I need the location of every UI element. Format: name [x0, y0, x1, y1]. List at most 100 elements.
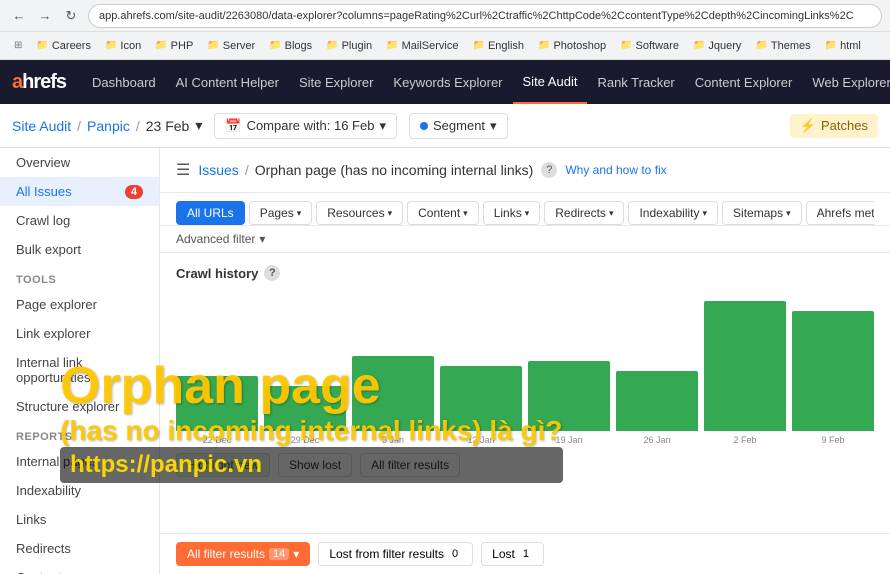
- project-link[interactable]: Panpic: [87, 118, 130, 134]
- sidebar-label: Indexability: [16, 483, 81, 498]
- bookmark-html[interactable]: 📁 html: [819, 38, 867, 54]
- chart-help-icon[interactable]: ?: [264, 265, 280, 281]
- segment-button[interactable]: Segment ▾: [409, 113, 508, 139]
- sidebar-label: Internal pages: [16, 454, 98, 469]
- issues-link[interactable]: Issues: [198, 162, 238, 178]
- bar-col-3: [440, 366, 522, 431]
- lost-label: Lost: [492, 547, 515, 561]
- nav-content-explorer[interactable]: Content Explorer: [685, 60, 803, 104]
- folder-icon: 📁: [326, 40, 338, 51]
- calendar-icon: 📅: [225, 118, 241, 134]
- bookmark-blogs[interactable]: 📁 Blogs: [263, 38, 318, 54]
- content-area: ☰ Issues / Orphan page (has no incoming …: [160, 148, 890, 574]
- url-bar: ← → ↻: [0, 0, 890, 32]
- all-urls-button[interactable]: All URLs: [176, 201, 245, 225]
- resources-button[interactable]: Resources ▾: [316, 201, 403, 225]
- bookmark-themes[interactable]: 📁 Themes: [749, 38, 816, 54]
- main-layout: Overview All Issues 4 Crawl log Bulk exp…: [0, 148, 890, 574]
- bookmark-label: Themes: [771, 40, 811, 52]
- ahrefs-logo[interactable]: ahrefs: [12, 71, 66, 94]
- sidebar-item-link-explorer[interactable]: Link explorer: [0, 319, 159, 348]
- issues-breadcrumb: Issues / Orphan page (has no incoming in…: [198, 162, 533, 178]
- chevron-down-icon: ▾: [379, 118, 386, 134]
- indexability-button[interactable]: Indexability ▾: [628, 201, 718, 225]
- bookmark-jquery[interactable]: 📁 Jquery: [687, 38, 747, 54]
- all-filter-results-btn2[interactable]: All filter results: [360, 453, 460, 477]
- lost-from-filter-button[interactable]: Lost from filter results 0: [318, 542, 473, 566]
- bar-col-4: [528, 361, 610, 431]
- hamburger-icon[interactable]: ☰: [176, 160, 190, 180]
- highlight-new-button[interactable]: Highlight new: [176, 453, 270, 477]
- sitemaps-button[interactable]: Sitemaps ▾: [722, 201, 802, 225]
- breadcrumb-sep1: /: [77, 118, 81, 134]
- browser-nav: ← → ↻: [8, 5, 82, 27]
- bookmark-icon[interactable]: 📁 Icon: [99, 38, 147, 54]
- bookmark-careers[interactable]: 📁 Careers: [30, 38, 97, 54]
- forward-button[interactable]: →: [34, 5, 56, 27]
- bookmark-software[interactable]: 📁 Software: [614, 38, 685, 54]
- sidebar-item-crawl-log[interactable]: Crawl log: [0, 206, 159, 235]
- pages-button[interactable]: Pages ▾: [249, 201, 313, 225]
- chevron-down-icon: ▾: [293, 547, 299, 561]
- content-button[interactable]: Content ▾: [407, 201, 479, 225]
- sidebar-item-page-explorer[interactable]: Page explorer: [0, 290, 159, 319]
- sidebar-item-redirects[interactable]: Redirects: [0, 534, 159, 563]
- bookmark-label: Careers: [52, 40, 91, 52]
- nav-keywords-explorer[interactable]: Keywords Explorer: [383, 60, 512, 104]
- lightning-icon: ⚡: [800, 118, 816, 134]
- chevron-down-icon: ▾: [703, 208, 708, 219]
- links-button[interactable]: Links ▾: [483, 201, 541, 225]
- ahrefs-metrics-button[interactable]: Ahrefs metrics ▾: [806, 201, 874, 225]
- sidebar-item-internal-pages[interactable]: Internal pages: [0, 447, 159, 476]
- site-audit-link[interactable]: Site Audit: [12, 118, 71, 134]
- all-filter-results-button[interactable]: All filter results 14 ▾: [176, 542, 310, 566]
- sidebar-item-overview[interactable]: Overview: [0, 148, 159, 177]
- chevron-down-icon: ▾: [259, 232, 265, 246]
- back-button[interactable]: ←: [8, 5, 30, 27]
- lost-button[interactable]: Lost 1: [481, 542, 544, 566]
- patches-button[interactable]: ⚡ Patches: [790, 114, 878, 138]
- sidebar-item-all-issues[interactable]: All Issues 4: [0, 177, 159, 206]
- nav-web-explorer[interactable]: Web Explorer: [802, 60, 890, 104]
- chart-title-label: Crawl history: [176, 266, 258, 281]
- bookmark-apps[interactable]: ⊞: [8, 38, 28, 53]
- sidebar-item-links[interactable]: Links: [0, 505, 159, 534]
- sidebar-item-content[interactable]: Content: [0, 563, 159, 574]
- sidebar-item-bulk-export[interactable]: Bulk export: [0, 235, 159, 264]
- patches-label: Patches: [821, 118, 868, 133]
- chart-x-label-0: 22 Dec: [176, 435, 258, 445]
- show-lost-button[interactable]: Show lost: [278, 453, 352, 477]
- nav-dashboard[interactable]: Dashboard: [82, 60, 166, 104]
- bookmark-server[interactable]: 📁 Server: [201, 38, 261, 54]
- sidebar-label: Page explorer: [16, 297, 97, 312]
- advanced-filter[interactable]: Advanced filter ▾: [160, 226, 890, 253]
- bookmark-plugin[interactable]: 📁 Plugin: [320, 38, 378, 54]
- sidebar-item-indexability[interactable]: Indexability: [0, 476, 159, 505]
- bookmark-english[interactable]: 📁 English: [466, 38, 530, 54]
- compare-button[interactable]: 📅 Compare with: 16 Feb ▾: [214, 113, 397, 139]
- bookmark-photoshop[interactable]: 📁 Photoshop: [532, 38, 612, 54]
- nav-site-audit[interactable]: Site Audit: [513, 60, 588, 104]
- bar-col-0: [176, 376, 258, 431]
- show-lost-label: Show lost: [289, 458, 341, 472]
- why-link[interactable]: Why and how to fix: [565, 163, 666, 177]
- bookmark-mailservice[interactable]: 📁 MailService: [380, 38, 464, 54]
- sidebar-item-structure-explorer[interactable]: Structure explorer: [0, 392, 159, 421]
- url-input[interactable]: [88, 4, 882, 28]
- bar-col-2: [352, 356, 434, 431]
- apps-icon: ⊞: [14, 40, 22, 51]
- bookmark-label: MailService: [402, 40, 459, 52]
- nav-site-explorer[interactable]: Site Explorer: [289, 60, 383, 104]
- issues-header: ☰ Issues / Orphan page (has no incoming …: [160, 148, 890, 193]
- sidebar-label: Overview: [16, 155, 70, 170]
- nav-ai-content-helper[interactable]: AI Content Helper: [166, 60, 289, 104]
- chevron-down-icon: ▾: [297, 208, 302, 219]
- sidebar-item-internal-link-opportunities[interactable]: Internal link opportunities: [0, 348, 159, 392]
- redirects-button[interactable]: Redirects ▾: [544, 201, 624, 225]
- issues-breadcrumb-sep: /: [245, 162, 249, 178]
- refresh-button[interactable]: ↻: [60, 5, 82, 27]
- links-label: Links: [494, 206, 522, 220]
- nav-rank-tracker[interactable]: Rank Tracker: [587, 60, 684, 104]
- bookmark-php[interactable]: 📁 PHP: [149, 38, 199, 54]
- help-icon[interactable]: ?: [541, 162, 557, 178]
